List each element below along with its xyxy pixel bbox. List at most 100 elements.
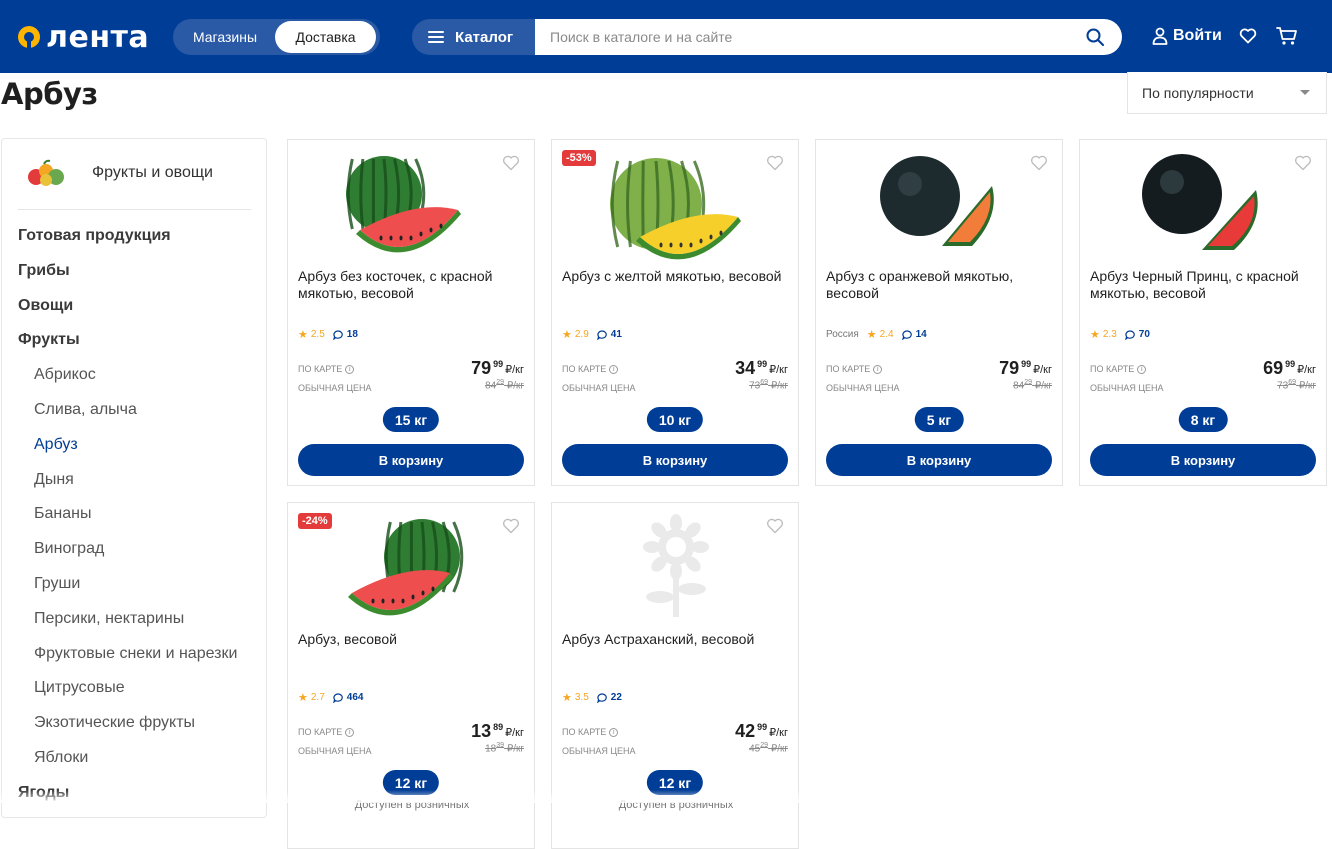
star-icon: ★ xyxy=(298,329,308,341)
info-icon[interactable]: i xyxy=(1137,364,1147,374)
product-card[interactable]: Арбуз Черный Принц, с красной мякотью, в… xyxy=(1079,139,1327,486)
regular-price: 1839 ₽/кг xyxy=(485,742,524,754)
sidebar-item[interactable]: Бананы xyxy=(34,505,91,523)
card-price-text: ПО КАРТЕ xyxy=(562,727,607,737)
sunflower-logo-icon xyxy=(18,26,40,50)
review-count[interactable]: 18 xyxy=(347,329,358,340)
sidebar-item[interactable]: Дыня xyxy=(34,471,74,489)
card-price-text: ПО КАРТЕ xyxy=(826,364,871,374)
price-unit: ₽/кг xyxy=(1033,364,1052,376)
old-price-kopecks: 39 xyxy=(496,742,505,749)
favorite-heart-icon[interactable] xyxy=(1294,155,1312,171)
review-count[interactable]: 14 xyxy=(916,329,927,340)
fruits-vegetables-icon xyxy=(28,159,64,186)
weight-selector[interactable]: 15 кг xyxy=(382,407,440,432)
favorite-heart-icon[interactable] xyxy=(766,518,784,534)
sidebar-item[interactable]: Яблоки xyxy=(34,749,88,767)
sidebar-item[interactable]: Фрукты xyxy=(18,331,80,349)
favorite-heart-icon[interactable] xyxy=(502,518,520,534)
sidebar-item[interactable]: Абрикос xyxy=(34,366,96,384)
sidebar-item[interactable]: Арбуз xyxy=(34,436,78,454)
old-price-unit: ₽/кг xyxy=(770,743,788,755)
info-icon[interactable]: i xyxy=(609,364,619,374)
sidebar-item[interactable]: Персики, нектарины xyxy=(34,610,184,628)
product-name[interactable]: Арбуз, весовой xyxy=(298,631,528,648)
product-card[interactable]: -53% Арбуз с желтой мякотью, весовой ★ 2.9 4… xyxy=(551,139,799,486)
product-name[interactable]: Арбуз с желтой мякотью, весовой xyxy=(562,268,792,285)
search-icon[interactable] xyxy=(1086,28,1104,46)
delivery-tab[interactable]: Доставка xyxy=(275,21,376,53)
product-image[interactable] xyxy=(344,146,480,264)
weight-selector[interactable]: 8 кг xyxy=(1178,407,1228,432)
review-count[interactable]: 22 xyxy=(611,692,622,703)
card-price: 34 99 ₽/кг xyxy=(735,358,788,380)
sidebar-item[interactable]: Овощи xyxy=(18,297,73,315)
add-to-cart-button[interactable]: В корзину xyxy=(298,444,524,476)
regular-price: 7369 ₽/кг xyxy=(1277,379,1316,391)
regular-price-label: ОБЫЧНАЯ ЦЕНА xyxy=(562,383,636,393)
favorite-heart-icon[interactable] xyxy=(502,155,520,171)
review-count[interactable]: 41 xyxy=(611,329,622,340)
product-image[interactable] xyxy=(872,146,1008,264)
cart-icon[interactable] xyxy=(1276,26,1298,46)
old-price-unit: ₽/кг xyxy=(1034,380,1052,392)
product-image[interactable] xyxy=(608,146,744,264)
sidebar-item[interactable]: Фруктовые снеки и нарезки xyxy=(34,645,237,663)
sort-dropdown[interactable]: По популярности xyxy=(1127,72,1327,114)
sidebar-item[interactable]: Груши xyxy=(34,575,80,593)
card-price-text: ПО КАРТЕ xyxy=(298,727,343,737)
add-to-cart-button[interactable]: В корзину xyxy=(1090,444,1316,476)
product-name[interactable]: Арбуз Черный Принц, с красной мякотью, в… xyxy=(1090,268,1320,302)
product-image[interactable] xyxy=(1136,146,1272,264)
comment-icon xyxy=(596,329,607,340)
sidebar-category-header[interactable]: Фрукты и овощи xyxy=(24,157,213,189)
sidebar-item[interactable]: Виноград xyxy=(34,540,104,558)
stores-tab[interactable]: Магазины xyxy=(175,21,275,53)
price-unit: ₽/кг xyxy=(505,727,524,739)
info-icon[interactable]: i xyxy=(873,364,883,374)
product-image[interactable] xyxy=(344,509,480,627)
sidebar-item[interactable]: Грибы xyxy=(18,262,70,280)
product-card[interactable]: Арбуз с оранжевой мякотью, весовой Россия… xyxy=(815,139,1063,486)
card-price-label: ПО КАРТЕ i xyxy=(298,364,355,374)
favorite-heart-icon[interactable] xyxy=(766,155,784,171)
favorite-heart-icon[interactable] xyxy=(1030,155,1048,171)
sidebar-item[interactable]: Экзотические фрукты xyxy=(34,714,195,732)
price-kopecks: 99 xyxy=(757,722,768,732)
product-rating: 2.3 xyxy=(1102,329,1117,340)
product-name[interactable]: Арбуз Астраханский, весовой xyxy=(562,631,792,648)
review-count[interactable]: 70 xyxy=(1139,329,1150,340)
card-price: 69 99 ₽/кг xyxy=(1263,358,1316,380)
add-to-cart-button[interactable]: В корзину xyxy=(826,444,1052,476)
sidebar-item[interactable]: Готовая продукция xyxy=(18,227,171,245)
product-image[interactable] xyxy=(608,509,744,627)
product-card[interactable]: Арбуз без косточек, с красной мякотью, в… xyxy=(287,139,535,486)
info-icon[interactable]: i xyxy=(345,727,355,737)
add-to-cart-button[interactable]: В корзину xyxy=(562,444,788,476)
review-count[interactable]: 464 xyxy=(347,692,364,703)
catalog-label: Каталог xyxy=(455,28,514,46)
sidebar-item[interactable]: Слива, алыча xyxy=(34,401,137,419)
weight-selector[interactable]: 10 кг xyxy=(646,407,704,432)
lenta-logo[interactable]: лента xyxy=(16,20,149,55)
weight-selector[interactable]: 5 кг xyxy=(914,407,964,432)
old-price-rubles: 18 xyxy=(485,743,497,755)
sidebar-item[interactable]: Цитрусовые xyxy=(34,679,125,697)
info-icon[interactable]: i xyxy=(345,364,355,374)
price-rubles: 13 xyxy=(471,721,492,741)
price-rubles: 79 xyxy=(471,358,492,378)
catalog-button[interactable]: Каталог xyxy=(412,19,536,55)
product-name[interactable]: Арбуз без косточек, с красной мякотью, в… xyxy=(298,268,528,302)
card-price: 79 99 ₽/кг xyxy=(999,358,1052,380)
card-price-text: ПО КАРТЕ xyxy=(562,364,607,374)
old-price-rubles: 84 xyxy=(485,380,497,392)
price-kopecks: 99 xyxy=(1285,359,1296,369)
search-input[interactable] xyxy=(535,19,1055,55)
card-price-text: ПО КАРТЕ xyxy=(298,364,343,374)
regular-price-label: ОБЫЧНАЯ ЦЕНА xyxy=(1090,383,1164,393)
login-button[interactable]: Войти xyxy=(1152,27,1222,45)
info-icon[interactable]: i xyxy=(609,727,619,737)
product-name[interactable]: Арбуз с оранжевой мякотью, весовой xyxy=(826,268,1056,302)
favorites-heart-icon[interactable] xyxy=(1239,28,1257,44)
price-kopecks: 89 xyxy=(493,722,504,732)
